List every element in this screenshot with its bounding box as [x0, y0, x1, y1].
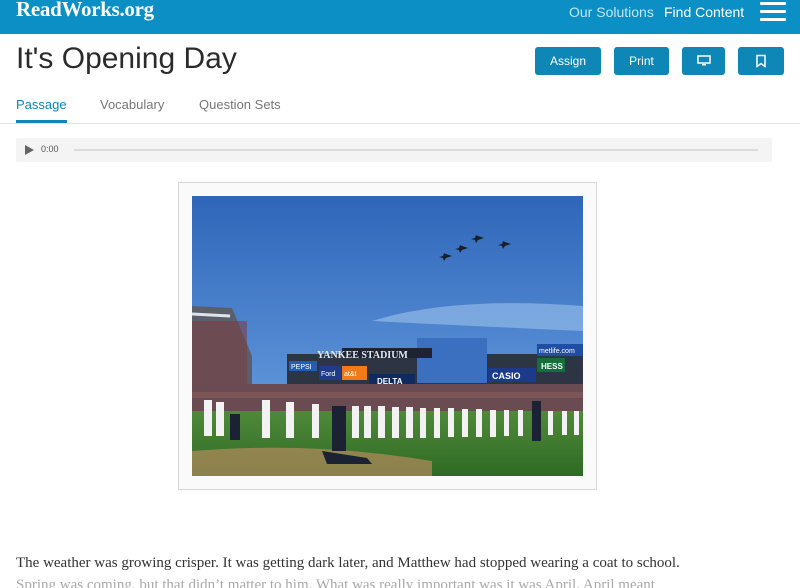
- bookmark-button[interactable]: [738, 47, 784, 75]
- svg-text:CASIO: CASIO: [492, 371, 521, 381]
- monitor-icon: [696, 55, 711, 66]
- passage-image-frame: YANKEE STADIUM PEPSI Ford at&t DELTA CAS…: [178, 182, 597, 490]
- passage-line: Spring was coming, but that didn’t matte…: [16, 577, 655, 588]
- passage-text: The weather was growing crisper. It was …: [16, 552, 786, 588]
- bookmark-icon: [756, 54, 766, 68]
- svg-text:metlife.com: metlife.com: [539, 348, 575, 355]
- assign-button[interactable]: Assign: [535, 47, 601, 75]
- nav-find-content[interactable]: Find Content: [664, 4, 744, 20]
- svg-text:Ford: Ford: [321, 371, 336, 378]
- tab-vocabulary[interactable]: Vocabulary: [100, 97, 164, 112]
- svg-text:HESS: HESS: [541, 362, 563, 371]
- top-nav-bar: ReadWorks.org Our Solutions Find Content: [0, 0, 800, 34]
- audio-time: 0:00: [41, 144, 59, 154]
- svg-text:at&t: at&t: [344, 371, 357, 378]
- page-title: It's Opening Day: [16, 42, 237, 75]
- passage-image: YANKEE STADIUM PEPSI Ford at&t DELTA CAS…: [192, 196, 583, 476]
- svg-text:PEPSI: PEPSI: [291, 364, 312, 371]
- present-button[interactable]: [682, 47, 725, 75]
- nav-our-solutions[interactable]: Our Solutions: [569, 4, 654, 20]
- readworks-logo[interactable]: ReadWorks.org: [16, 0, 154, 22]
- tab-passage[interactable]: Passage: [16, 97, 67, 112]
- tab-question-sets[interactable]: Question Sets: [199, 97, 281, 112]
- audio-player: 0:00: [16, 138, 772, 162]
- audio-progress-bar[interactable]: [74, 149, 758, 151]
- hamburger-menu-icon[interactable]: [760, 2, 786, 22]
- play-icon[interactable]: [25, 145, 34, 155]
- print-button[interactable]: Print: [614, 47, 669, 75]
- tabs-divider: [0, 123, 800, 124]
- stadium-sign: YANKEE STADIUM: [317, 350, 408, 361]
- passage-line: The weather was growing crisper. It was …: [16, 555, 680, 571]
